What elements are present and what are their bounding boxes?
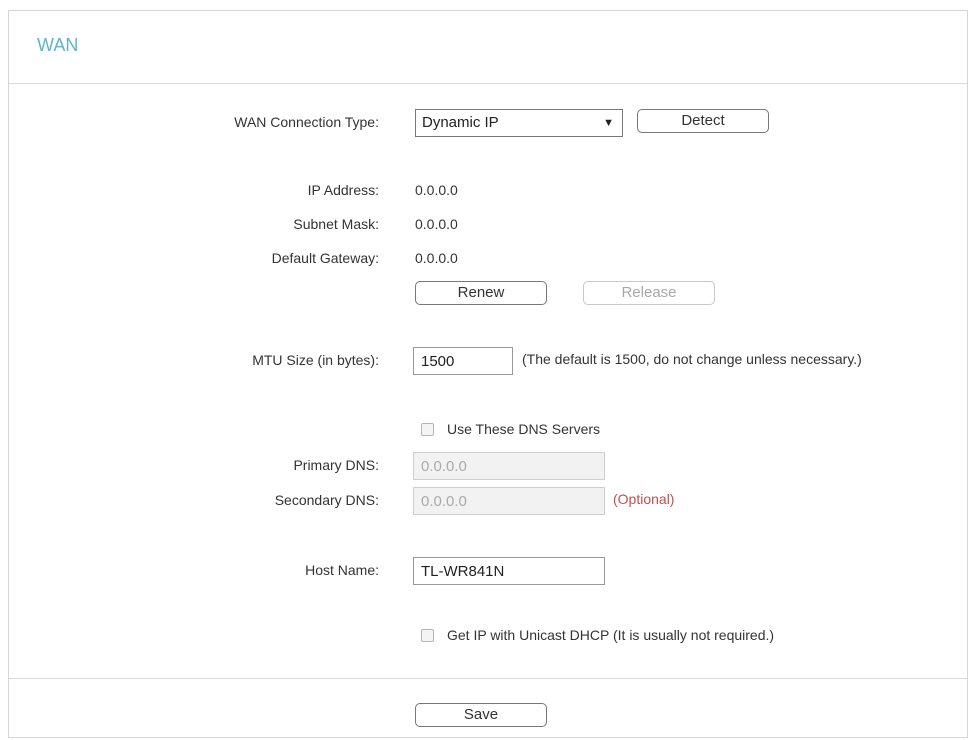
host-name-label: Host Name: xyxy=(305,562,379,578)
secondary-dns-input[interactable] xyxy=(413,487,605,515)
footer-divider xyxy=(9,678,967,679)
wan-connection-type-value: Dynamic IP xyxy=(422,114,499,131)
mtu-size-label: MTU Size (in bytes): xyxy=(252,352,379,368)
wan-connection-type-select[interactable]: Dynamic IP ▼ xyxy=(415,109,623,137)
ip-address-label: IP Address: xyxy=(307,182,379,198)
release-button[interactable]: Release xyxy=(583,281,715,305)
unicast-dhcp-label: Get IP with Unicast DHCP (It is usually … xyxy=(447,627,775,643)
host-name-input[interactable] xyxy=(413,557,605,585)
unicast-dhcp-checkbox[interactable] xyxy=(421,629,434,642)
default-gateway-value: 0.0.0.0 xyxy=(415,250,458,266)
use-dns-servers-checkbox[interactable] xyxy=(421,423,434,436)
save-button[interactable]: Save xyxy=(415,703,547,727)
primary-dns-label: Primary DNS: xyxy=(293,457,379,473)
default-gateway-label: Default Gateway: xyxy=(271,250,379,266)
header-divider xyxy=(9,83,967,84)
use-dns-servers-label: Use These DNS Servers xyxy=(447,421,601,437)
page-title: WAN xyxy=(37,35,79,55)
subnet-mask-label: Subnet Mask: xyxy=(293,216,379,232)
chevron-down-icon: ▼ xyxy=(603,117,614,129)
wan-panel: WAN WAN Connection Type: Dynamic IP ▼ De… xyxy=(8,10,968,738)
primary-dns-input[interactable] xyxy=(413,452,605,480)
secondary-dns-label: Secondary DNS: xyxy=(274,492,379,508)
subnet-mask-value: 0.0.0.0 xyxy=(415,216,458,232)
detect-button[interactable]: Detect xyxy=(637,109,769,133)
optional-note: (Optional) xyxy=(613,491,675,507)
mtu-hint: (The default is 1500, do not change unle… xyxy=(522,351,862,367)
renew-button[interactable]: Renew xyxy=(415,281,547,305)
mtu-size-input[interactable] xyxy=(413,347,513,375)
ip-address-value: 0.0.0.0 xyxy=(415,182,458,198)
wan-connection-type-label: WAN Connection Type: xyxy=(234,114,379,130)
